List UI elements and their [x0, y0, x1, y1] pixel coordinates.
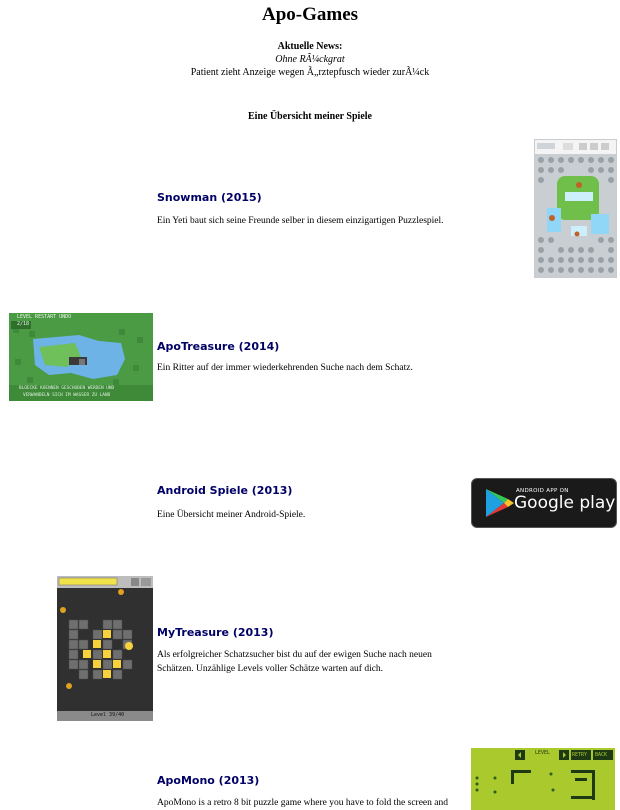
- game-description-apotreasure: Ein Ritter auf der immer wiederkehrenden…: [157, 363, 413, 373]
- snowman-thumbnail[interactable]: [534, 139, 617, 278]
- game-description-snowman: Ein Yeti baut sich seine Freunde selber …: [157, 216, 444, 226]
- snowman-screenshot-image: [535, 140, 616, 277]
- game-title-snowman[interactable]: Snowman (2015): [157, 191, 262, 204]
- game-description-mytreasure: Als erfolgreicher Schatzsucher bist du a…: [157, 650, 432, 674]
- mytreasure-thumbnail[interactable]: Level 39/40: [57, 576, 153, 721]
- apomono-thumbnail[interactable]: LEVEL RETRY BACK: [471, 748, 615, 810]
- game-title-apomono[interactable]: ApoMono (2013): [157, 774, 259, 787]
- news-item[interactable]: Ohne RÃ¼ckgrat: [0, 53, 620, 66]
- game-title-android-spiele[interactable]: Android Spiele (2013): [157, 484, 292, 497]
- game-description-android-spiele: Eine Übersicht meiner Android-Spiele.: [157, 510, 306, 520]
- game-title-mytreasure[interactable]: MyTreasure (2013): [157, 626, 273, 639]
- game-title-apotreasure[interactable]: ApoTreasure (2014): [157, 340, 279, 353]
- apotreasure-thumbnail[interactable]: LEVEL RESTART UNDO 2/18 BLOECKE KOENNEN …: [9, 313, 153, 401]
- apotreasure-level-text: 2/18: [17, 321, 30, 327]
- apomono-retry-button: RETRY: [572, 752, 588, 758]
- apomono-level-text: LEVEL: [535, 750, 551, 756]
- news-section: Aktuelle News: Ohne RÃ¼ckgrat Patient zi…: [0, 40, 620, 79]
- apotreasure-hint-text: BLOECKE KOENNEN GESCHOBEN WERDEN UND: [19, 386, 115, 391]
- mytreasure-screenshot-image: [57, 576, 153, 721]
- game-description-apomono: ApoMono is a retro 8 bit puzzle game whe…: [157, 798, 448, 808]
- page-title: Apo-Games: [261, 4, 359, 25]
- news-item[interactable]: Patient zieht Anzeige wegen Ã„rztepfusch…: [0, 66, 620, 79]
- google-play-badge[interactable]: ANDROID APP ON Google play: [471, 478, 617, 528]
- apotreasure-hint-text: VERWANDELN SICH IM WASSER ZU LAND: [23, 393, 111, 398]
- apomono-screenshot-image: [471, 748, 615, 810]
- mytreasure-level-text: Level 39/40: [91, 712, 125, 718]
- apomono-back-button: BACK: [595, 752, 608, 758]
- news-label: Aktuelle News:: [277, 41, 343, 52]
- apotreasure-menu-text: LEVEL RESTART UNDO: [17, 314, 72, 320]
- google-play-big-text: Google play: [514, 493, 616, 513]
- overview-heading: Eine Übersicht meiner Spiele: [248, 111, 372, 122]
- google-play-icon: [486, 489, 514, 517]
